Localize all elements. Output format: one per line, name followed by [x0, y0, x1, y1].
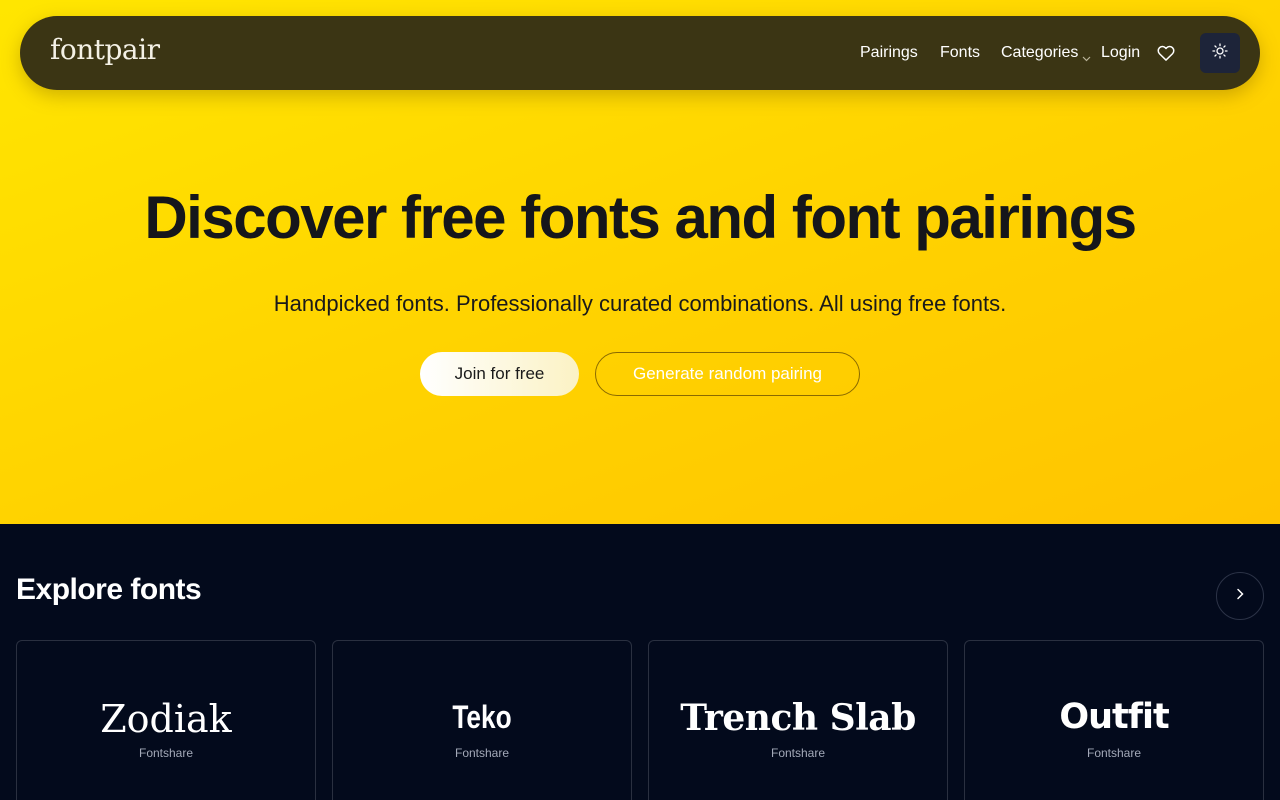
carousel-next-button[interactable]: [1216, 572, 1264, 620]
font-card-name: Trench Slab: [680, 697, 916, 739]
nav-login-link[interactable]: Login: [1101, 44, 1140, 62]
nav-categories-dropdown[interactable]: Categories: [1001, 44, 1078, 62]
nav-pairings-link[interactable]: Pairings: [860, 44, 918, 62]
font-card-teko[interactable]: Teko Fontshare: [332, 640, 632, 800]
generate-random-pairing-button[interactable]: Generate random pairing: [595, 352, 860, 396]
hero-subtitle: Handpicked fonts. Professionally curated…: [273, 291, 1007, 316]
font-card-source: Fontshare: [770, 746, 826, 760]
heart-icon[interactable]: [1156, 43, 1176, 68]
font-card-name: Outfit: [1059, 697, 1169, 737]
font-card-source: Fontshare: [1086, 746, 1142, 760]
font-card-source: Fontshare: [138, 746, 194, 760]
explore-fonts-heading: Explore fonts: [16, 573, 202, 606]
font-card-source: Fontshare: [454, 746, 510, 760]
navbar: fontpair Pairings Fonts Categories Login: [20, 16, 1260, 90]
chevron-down-icon: [1082, 49, 1091, 67]
fontpair-logo[interactable]: fontpair: [50, 33, 160, 66]
chevron-right-icon: [1236, 587, 1244, 605]
theme-toggle-button[interactable]: [1200, 33, 1240, 73]
hero-section: fontpair Pairings Fonts Categories Login: [0, 0, 1280, 524]
font-card-name: Zodiak: [100, 697, 232, 741]
font-card-zodiak[interactable]: Zodiak Fontshare: [16, 640, 316, 800]
font-card-trench-slab[interactable]: Trench Slab Fontshare: [648, 640, 948, 800]
join-for-free-button[interactable]: Join for free: [420, 352, 579, 396]
sun-icon: [1212, 42, 1228, 64]
font-card-outfit[interactable]: Outfit Fontshare: [964, 640, 1264, 800]
font-card-name: Teko: [452, 699, 512, 735]
nav-fonts-link[interactable]: Fonts: [940, 44, 980, 62]
hero-title: Discover free fonts and font pairings: [144, 184, 1137, 251]
